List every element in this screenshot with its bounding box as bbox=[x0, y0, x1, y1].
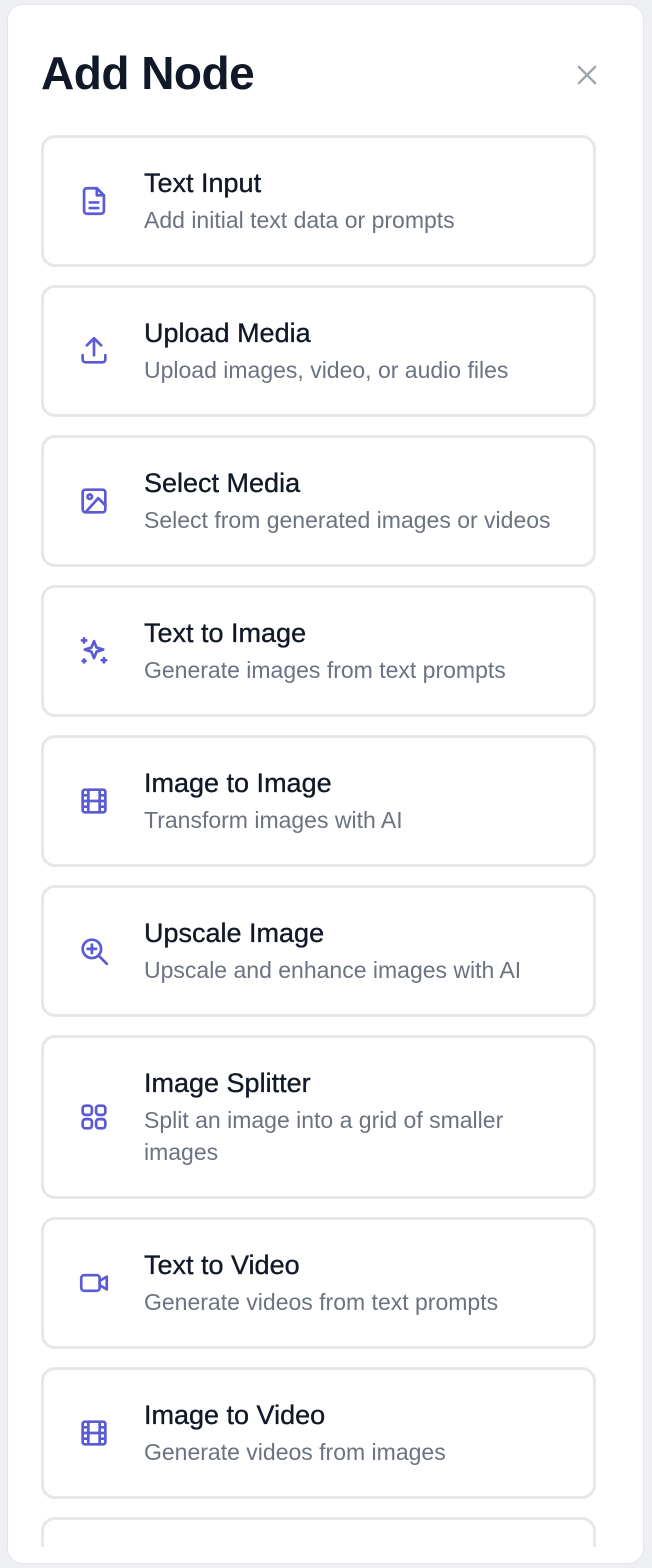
add-node-dialog: Add Node Text Input Add initial text dat… bbox=[7, 4, 644, 1564]
upload-icon bbox=[44, 334, 144, 368]
node-option-select-media[interactable]: Select Media Select from generated image… bbox=[41, 435, 596, 567]
grid-icon bbox=[44, 1100, 144, 1134]
node-option-text-to-image[interactable]: Text to Image Generate images from text … bbox=[41, 585, 596, 717]
node-title: Text to Image bbox=[144, 618, 307, 648]
node-title: Text Input bbox=[144, 168, 262, 198]
node-title: Image Splitter bbox=[144, 1068, 311, 1098]
node-option-image-to-image[interactable]: Image to Image Transform images with AI bbox=[41, 735, 596, 867]
node-option-partial[interactable] bbox=[41, 1517, 596, 1547]
dialog-header: Add Node bbox=[41, 41, 613, 105]
node-title: Image to Image bbox=[144, 768, 332, 798]
node-description: Upload images, video, or audio files bbox=[144, 357, 509, 383]
node-description: Generate images from text prompts bbox=[144, 657, 506, 683]
node-option-image-splitter[interactable]: Image Splitter Split an image into a gri… bbox=[41, 1035, 596, 1199]
sparkles-icon bbox=[44, 634, 144, 668]
node-title: Text to Video bbox=[144, 1250, 300, 1280]
node-description: Generate videos from images bbox=[144, 1439, 446, 1465]
film-icon bbox=[44, 784, 144, 818]
node-title: Image to Video bbox=[144, 1400, 326, 1430]
video-icon bbox=[44, 1266, 144, 1300]
node-title: Upload Media bbox=[144, 318, 311, 348]
node-description: Select from generated images or videos bbox=[144, 507, 551, 533]
zoom-in-icon bbox=[44, 934, 144, 968]
node-option-upscale-image[interactable]: Upscale Image Upscale and enhance images… bbox=[41, 885, 596, 1017]
node-description: Split an image into a grid of smaller im… bbox=[144, 1107, 504, 1165]
node-description: Transform images with AI bbox=[144, 807, 403, 833]
node-option-image-to-video[interactable]: Image to Video Generate videos from imag… bbox=[41, 1367, 596, 1499]
node-option-text-to-video[interactable]: Text to Video Generate videos from text … bbox=[41, 1217, 596, 1349]
node-option-upload-media[interactable]: Upload Media Upload images, video, or au… bbox=[41, 285, 596, 417]
film-icon bbox=[44, 1416, 144, 1450]
dialog-title: Add Node bbox=[41, 47, 255, 99]
node-title: Upscale Image bbox=[144, 918, 325, 948]
node-description: Add initial text data or prompts bbox=[144, 207, 455, 233]
close-button[interactable] bbox=[569, 57, 605, 93]
image-icon bbox=[44, 484, 144, 518]
node-title: Select Media bbox=[144, 468, 301, 498]
node-list: Text Input Add initial text data or prom… bbox=[41, 135, 596, 1563]
file-text-icon bbox=[44, 184, 144, 218]
node-description: Generate videos from text prompts bbox=[144, 1289, 499, 1315]
node-description: Upscale and enhance images with AI bbox=[144, 957, 522, 983]
close-icon bbox=[577, 65, 597, 85]
node-option-text-input[interactable]: Text Input Add initial text data or prom… bbox=[41, 135, 596, 267]
